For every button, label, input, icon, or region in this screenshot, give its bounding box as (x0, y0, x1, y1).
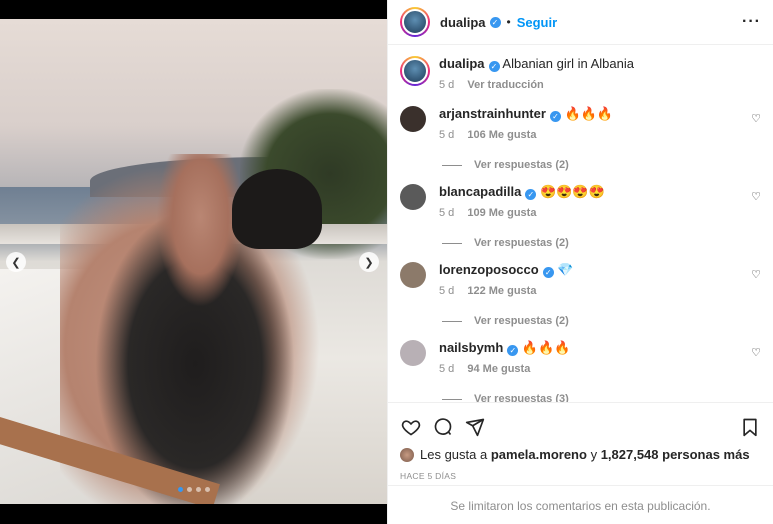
comment-meta: 5 d 106 Me gusta (439, 127, 751, 143)
photo-hair (232, 169, 322, 249)
likes-connector: y (590, 447, 598, 462)
comments-list[interactable]: dualipa ✓ Albanian girl in Albania 5 d Ve… (388, 46, 773, 402)
avatar-image (402, 58, 428, 84)
verified-badge-icon: ✓ (549, 111, 561, 122)
more-options-icon[interactable]: ··· (742, 13, 761, 31)
view-replies-button[interactable]: Ver respuestas (3) (442, 393, 761, 402)
share-button[interactable] (464, 416, 486, 438)
comment-meta: 5 d 109 Me gusta (439, 205, 751, 221)
post-photo[interactable] (0, 19, 387, 504)
caption-time: 5 d (439, 79, 455, 91)
send-icon (465, 418, 485, 437)
view-replies-button[interactable]: Ver respuestas (2) (442, 315, 761, 327)
save-button[interactable] (739, 416, 761, 438)
view-replies-button[interactable]: Ver respuestas (2) (442, 159, 761, 171)
comment-time: 5 d (439, 363, 455, 375)
comment-item: blancapadilla ✓ 😍😍😍😍 5 d 109 Me gusta ♡ V… (400, 184, 761, 249)
comment-meta: 5 d 122 Me gusta (439, 283, 751, 299)
see-translation-button[interactable]: Ver traducción (467, 79, 543, 91)
commenter-avatar[interactable] (400, 340, 426, 366)
carousel-dot[interactable] (196, 487, 201, 492)
comment-likes[interactable]: 122 Me gusta (467, 285, 536, 297)
comment-likes[interactable]: 106 Me gusta (467, 129, 536, 141)
chevron-right-icon: ❯ (364, 256, 374, 269)
comment-time: 5 d (439, 207, 455, 219)
comment-item: nailsbymh ✓ 🔥🔥🔥 5 d 94 Me gusta ♡ Ver res… (400, 340, 761, 402)
carousel-prev-button[interactable]: ❮ (6, 252, 26, 272)
likes-prefix: Les gusta a (420, 447, 488, 462)
view-replies-label: Ver respuestas (2) (474, 315, 569, 327)
caption-text: Albanian girl in Albania (502, 56, 634, 71)
comment-like-heart-icon[interactable]: ♡ (751, 190, 761, 203)
comment-text: 🔥🔥🔥 (564, 106, 614, 121)
commenter-avatar[interactable] (400, 184, 426, 210)
comment-item: arjanstrainhunter ✓ 🔥🔥🔥 5 d 106 Me gusta … (400, 106, 761, 171)
verified-badge-icon: ✓ (488, 61, 500, 72)
post-header: dualipa ✓ • Seguir ··· (388, 0, 773, 45)
carousel-dot[interactable] (178, 487, 183, 492)
comment-text: 💎 (557, 262, 574, 277)
replies-divider (442, 398, 462, 400)
caption-avatar[interactable] (400, 56, 430, 86)
post-caption: dualipa ✓ Albanian girl in Albania 5 d Ve… (400, 56, 761, 93)
comment-time: 5 d (439, 285, 455, 297)
verified-badge-icon: ✓ (489, 16, 501, 28)
like-button[interactable] (400, 416, 422, 438)
likes-summary: Les gusta a pamela.moreno y 1,827,548 pe… (388, 447, 773, 462)
commenter-username[interactable]: blancapadilla (439, 184, 521, 199)
caption-meta: 5 d Ver traducción (439, 77, 761, 93)
commenter-avatar[interactable] (400, 106, 426, 132)
view-replies-label: Ver respuestas (3) (474, 393, 569, 402)
bookmark-icon (743, 418, 757, 437)
comments-limited-notice: Se limitaron los comentarios en esta pub… (388, 485, 773, 524)
carousel-dot[interactable] (187, 487, 192, 492)
comment-icon (434, 418, 452, 436)
chevron-left-icon: ❮ (11, 256, 21, 269)
carousel-dots (178, 487, 210, 492)
comment-like-heart-icon[interactable]: ♡ (751, 112, 761, 125)
carousel-next-button[interactable]: ❯ (359, 252, 379, 272)
commenter-username[interactable]: arjanstrainhunter (439, 106, 546, 121)
carousel-dot[interactable] (205, 487, 210, 492)
author-username[interactable]: dualipa (440, 15, 486, 30)
verified-badge-icon: ✓ (525, 189, 537, 200)
post-media: ❮ ❯ (0, 0, 387, 524)
comment-likes[interactable]: 94 Me gusta (467, 363, 530, 375)
comment-likes[interactable]: 109 Me gusta (467, 207, 536, 219)
liker-username[interactable]: pamela.moreno (491, 447, 587, 462)
post-side-panel: dualipa ✓ • Seguir ··· dualipa ✓ Albanian… (387, 0, 773, 524)
post-actions: Les gusta a pamela.moreno y 1,827,548 pe… (388, 402, 773, 524)
likes-count[interactable]: 1,827,548 personas más (601, 447, 750, 462)
comment-like-heart-icon[interactable]: ♡ (751, 346, 761, 359)
commenter-username[interactable]: nailsbymh (439, 340, 503, 355)
action-icons (388, 403, 773, 443)
view-replies-label: Ver respuestas (2) (474, 159, 569, 171)
liker-avatar[interactable] (400, 447, 414, 462)
avatar-image (402, 9, 428, 35)
comment-like-heart-icon[interactable]: ♡ (751, 268, 761, 281)
comment-button[interactable] (432, 416, 454, 438)
post-timestamp: HACE 5 DÍAS (400, 471, 457, 481)
comment-time: 5 d (439, 129, 455, 141)
comment-text: 😍😍😍😍 (540, 184, 605, 199)
verified-badge-icon: ✓ (507, 345, 519, 356)
follow-button[interactable]: Seguir (517, 15, 557, 30)
replies-divider (442, 320, 462, 322)
author-avatar[interactable] (400, 7, 430, 37)
commenter-avatar[interactable] (400, 262, 426, 288)
header-separator: • (506, 15, 511, 29)
commenter-username[interactable]: lorenzoposocco (439, 262, 539, 277)
verified-badge-icon: ✓ (542, 267, 554, 278)
view-replies-label: Ver respuestas (2) (474, 237, 569, 249)
replies-divider (442, 242, 462, 244)
comment-text: 🔥🔥🔥 (521, 340, 571, 355)
replies-divider (442, 164, 462, 166)
view-replies-button[interactable]: Ver respuestas (2) (442, 237, 761, 249)
caption-username[interactable]: dualipa (439, 56, 485, 71)
comment-meta: 5 d 94 Me gusta (439, 361, 751, 377)
heart-icon (401, 420, 421, 436)
comment-item: lorenzoposocco ✓ 💎 5 d 122 Me gusta ♡ Ver… (400, 262, 761, 327)
